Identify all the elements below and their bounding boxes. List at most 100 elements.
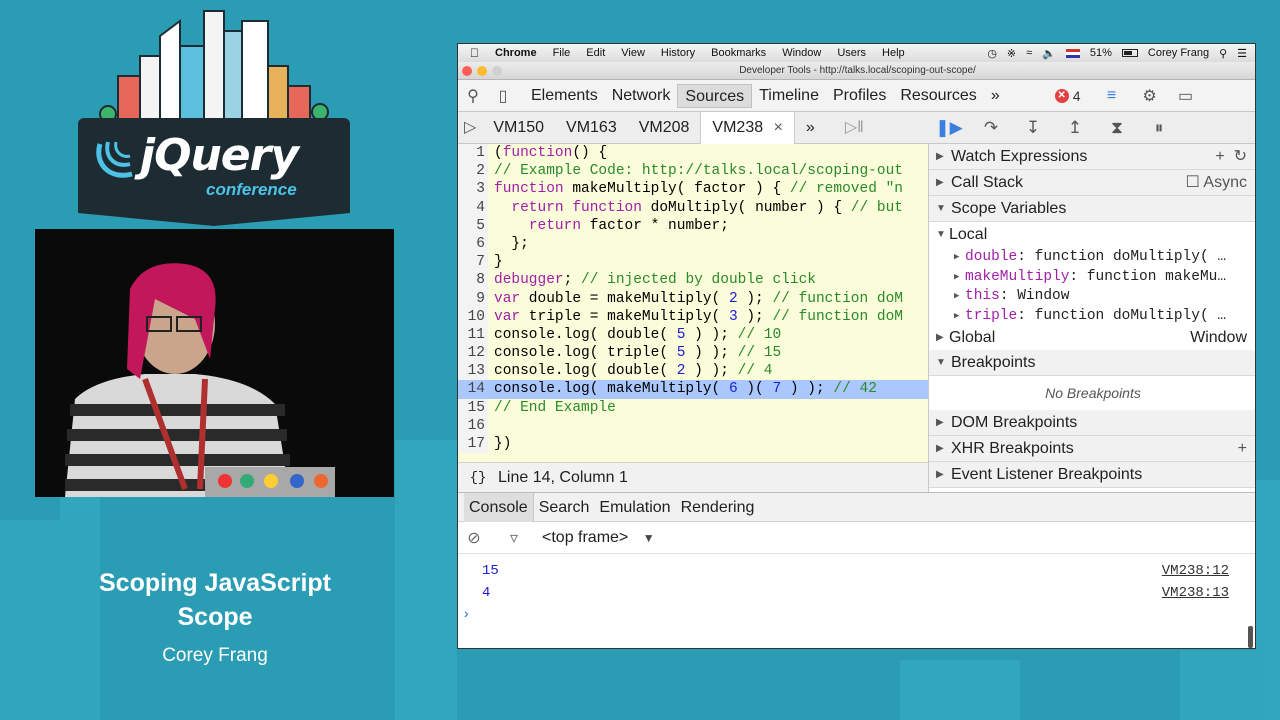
deactivate-breakpoints-icon[interactable]: ⧗ bbox=[1096, 118, 1138, 138]
drawer-tab-emulation[interactable]: Emulation bbox=[594, 493, 675, 522]
tab-network[interactable]: Network bbox=[605, 84, 678, 108]
line-number[interactable]: 8 bbox=[458, 271, 488, 290]
scope-global[interactable]: ▶ Global Window bbox=[929, 326, 1255, 350]
tab-resources[interactable]: Resources bbox=[893, 84, 983, 108]
menu-view[interactable]: View bbox=[621, 47, 645, 59]
step-out-icon[interactable]: ↥ bbox=[1054, 118, 1096, 138]
scope-var-this[interactable]: ▶ this: Window bbox=[929, 287, 1255, 307]
clear-console-icon[interactable]: ⊘ bbox=[460, 528, 488, 548]
device-mode-icon[interactable]: ▯ bbox=[488, 86, 518, 106]
menu-users[interactable]: Users bbox=[837, 47, 866, 59]
menu-edit[interactable]: Edit bbox=[586, 47, 605, 59]
breakpoints-header[interactable]: ▼ Breakpoints bbox=[929, 350, 1255, 376]
line-number[interactable]: 14 bbox=[458, 380, 488, 399]
file-tab-vm150[interactable]: VM150 bbox=[482, 112, 555, 144]
bluetooth-icon[interactable]: ※ bbox=[1007, 47, 1016, 60]
tab-elements[interactable]: Elements bbox=[524, 84, 605, 108]
line-number[interactable]: 11 bbox=[458, 325, 488, 345]
code-line[interactable]: 17}) bbox=[458, 435, 928, 454]
pretty-print-button[interactable]: {} bbox=[458, 470, 498, 486]
filter-icon[interactable]: ▿ bbox=[500, 528, 528, 548]
drawer-tab-rendering[interactable]: Rendering bbox=[676, 493, 760, 522]
watch-expressions-header[interactable]: ▶ Watch Expressions + ↻ bbox=[929, 144, 1255, 170]
async-checkbox[interactable]: ☐ Async bbox=[1186, 170, 1247, 196]
frame-selector[interactable]: <top frame> ▼ bbox=[542, 529, 655, 547]
toggle-debugger-icon[interactable]: ▷‖ bbox=[834, 112, 875, 144]
file-tab-vm163[interactable]: VM163 bbox=[555, 112, 628, 144]
code-line[interactable]: 12 console.log( triple( 5 ) ); // 15 bbox=[458, 344, 928, 363]
tab-timeline[interactable]: Timeline bbox=[752, 84, 826, 108]
console-source-link[interactable]: VM238:12 bbox=[1162, 560, 1229, 582]
menu-chrome[interactable]: Chrome bbox=[495, 47, 537, 59]
scope-var-triple[interactable]: ▶ triple: function doMultiply( … bbox=[929, 307, 1255, 327]
menu-window[interactable]: Window bbox=[782, 47, 821, 59]
menu-history[interactable]: History bbox=[661, 47, 695, 59]
line-number[interactable]: 4 bbox=[458, 198, 488, 217]
settings-gear-icon[interactable]: ⚙ bbox=[1135, 86, 1165, 106]
code-editor[interactable]: 1 (function() {2 // Example Code: http://t… bbox=[458, 144, 928, 462]
line-number[interactable]: 5 bbox=[458, 216, 488, 235]
event-listener-breakpoints-header[interactable]: ▶ Event Listener Breakpoints bbox=[929, 462, 1255, 488]
line-number[interactable]: 10 bbox=[458, 307, 488, 326]
console-scrollbar[interactable] bbox=[1248, 626, 1253, 648]
step-over-icon[interactable]: ↷ bbox=[970, 118, 1012, 138]
code-line[interactable]: 8 debugger; // injected by double click bbox=[458, 271, 928, 290]
code-line[interactable]: 13 console.log( double( 2 ) ); // 4 bbox=[458, 362, 928, 381]
menu-help[interactable]: Help bbox=[882, 47, 905, 59]
console-prompt[interactable]: › bbox=[458, 604, 1255, 626]
menu-file[interactable]: File bbox=[553, 47, 571, 59]
scope-local[interactable]: ▼ Local bbox=[929, 222, 1255, 248]
error-counter[interactable]: ✕ 4 bbox=[1054, 88, 1081, 104]
line-number[interactable]: 9 bbox=[458, 289, 488, 308]
code-line[interactable]: 10 var triple = makeMultiply( 3 ); // fun… bbox=[458, 307, 928, 326]
more-tabs-button[interactable]: » bbox=[984, 84, 1007, 108]
add-watch-icon[interactable]: + ↻ bbox=[1215, 144, 1247, 170]
code-line[interactable]: 6 }; bbox=[458, 234, 928, 254]
clock-icon[interactable]: ◷ bbox=[987, 47, 997, 60]
code-line[interactable]: 2 // Example Code: http://talks.local/sco… bbox=[458, 162, 928, 181]
minimize-window-icon[interactable] bbox=[477, 66, 487, 76]
close-window-icon[interactable] bbox=[462, 66, 472, 76]
user-name[interactable]: Corey Frang bbox=[1148, 47, 1209, 59]
battery-icon[interactable] bbox=[1121, 49, 1138, 57]
drawer-tab-console[interactable]: Console bbox=[464, 492, 534, 522]
scope-var-makemultiply[interactable]: ▶ makeMultiply: function makeMu… bbox=[929, 268, 1255, 288]
dom-breakpoints-header[interactable]: ▶ DOM Breakpoints bbox=[929, 410, 1255, 436]
line-number[interactable]: 15 bbox=[458, 398, 488, 417]
notification-list-icon[interactable]: ☰ bbox=[1237, 47, 1247, 60]
scope-var-double[interactable]: ▶ double: function doMultiply( … bbox=[929, 248, 1255, 268]
zoom-window-icon[interactable] bbox=[492, 66, 502, 76]
code-line[interactable]: 1 (function() { bbox=[458, 144, 928, 163]
line-number[interactable]: 12 bbox=[458, 344, 488, 363]
volume-icon[interactable]: 🔈 bbox=[1042, 47, 1056, 60]
line-number[interactable]: 7 bbox=[458, 253, 488, 272]
wifi-icon[interactable]: ≈ bbox=[1026, 47, 1032, 59]
drawer-tab-search[interactable]: Search bbox=[534, 493, 595, 522]
tab-profiles[interactable]: Profiles bbox=[826, 84, 893, 108]
xhr-breakpoints-header[interactable]: ▶ XHR Breakpoints + bbox=[929, 436, 1255, 462]
file-tab-vm238[interactable]: VM238 × bbox=[700, 111, 795, 144]
step-into-icon[interactable]: ↧ bbox=[1012, 118, 1054, 138]
resume-icon[interactable]: ❚▶ bbox=[928, 118, 970, 138]
show-drawer-icon[interactable]: ≡ bbox=[1097, 87, 1127, 105]
file-tab-vm208[interactable]: VM208 bbox=[628, 112, 701, 144]
console-source-link[interactable]: VM238:13 bbox=[1162, 582, 1229, 604]
add-xhr-breakpoint-icon[interactable]: + bbox=[1238, 436, 1247, 462]
code-line[interactable]: 14 console.log( makeMultiply( 6 )( 7 ) );… bbox=[458, 380, 928, 399]
dock-side-icon[interactable]: ▭ bbox=[1171, 86, 1201, 106]
tab-sources[interactable]: Sources bbox=[677, 83, 753, 108]
toggle-navigator-icon[interactable]: ▷ bbox=[458, 112, 482, 144]
inspect-search-icon[interactable]: ⚲ bbox=[458, 86, 488, 106]
line-number[interactable]: 6 bbox=[458, 234, 488, 254]
line-number[interactable]: 2 bbox=[458, 162, 488, 181]
line-number[interactable]: 1 bbox=[458, 144, 488, 163]
more-files-button[interactable]: » bbox=[795, 112, 826, 144]
code-line[interactable]: 11 console.log( double( 5 ) ); // 10 bbox=[458, 325, 928, 345]
pause-on-exceptions-icon[interactable]: ⏸ bbox=[1138, 118, 1180, 138]
line-number[interactable]: 3 bbox=[458, 180, 488, 199]
line-number[interactable]: 17 bbox=[458, 435, 488, 454]
line-number[interactable]: 16 bbox=[458, 416, 488, 436]
code-line[interactable]: 4 return function doMultiply( number ) {… bbox=[458, 198, 928, 217]
code-line[interactable]: 7} bbox=[458, 253, 928, 272]
code-line[interactable]: 9 var double = makeMultiply( 2 ); // func… bbox=[458, 289, 928, 308]
